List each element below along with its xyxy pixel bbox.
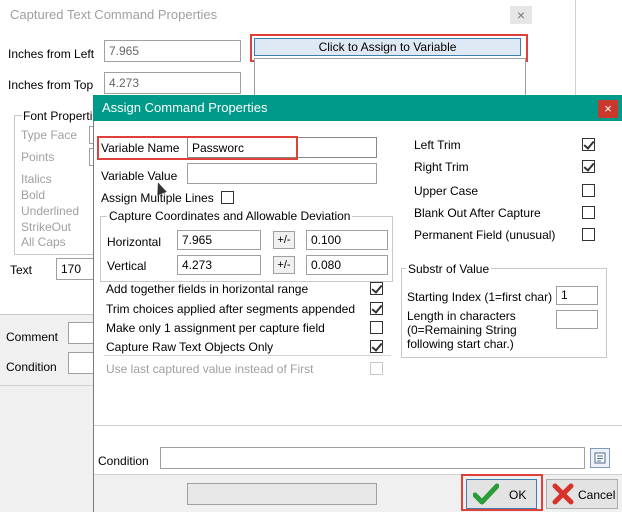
permanent-field-checkbox[interactable]: [582, 228, 595, 241]
trim-choices-checkbox[interactable]: [370, 302, 383, 315]
bg-footer-divider: [0, 385, 95, 386]
bg-comment-input[interactable]: [68, 322, 95, 344]
text-input[interactable]: 170: [56, 258, 96, 280]
use-last-checkbox[interactable]: [370, 362, 383, 375]
points-label: Points: [21, 150, 55, 164]
bg-window-close-button[interactable]: ×: [510, 6, 532, 24]
permanent-field-label: Permanent Field (unusual): [414, 228, 556, 242]
variable-name-highlight: [97, 136, 298, 160]
trim-choices-label: Trim choices applied after segments appe…: [106, 302, 356, 316]
bg-window-title: Captured Text Command Properties: [10, 7, 218, 22]
right-trim-label: Right Trim: [414, 160, 469, 174]
ok-button-highlight: [461, 474, 543, 511]
right-trim-checkbox[interactable]: [582, 160, 595, 173]
dialog-title: Assign Command Properties: [102, 100, 268, 115]
inches-from-left-input[interactable]: 7.965: [104, 40, 241, 62]
all-caps-label: All Caps: [21, 235, 66, 249]
bg-condition-label: Condition: [6, 360, 57, 374]
horizontal-label: Horizontal: [107, 235, 162, 249]
assign-variable-list: [254, 58, 526, 98]
length-label-line-1: Length in characters: [407, 309, 516, 323]
length-input[interactable]: [556, 310, 598, 329]
bg-condition-input[interactable]: [68, 352, 95, 374]
condition-divider: [94, 425, 622, 426]
variable-value-label: Variable Value: [101, 169, 178, 183]
underlined-label: Underlined: [21, 204, 80, 218]
bold-label: Bold: [21, 188, 46, 202]
horizontal-input[interactable]: 7.965: [177, 230, 261, 250]
upper-case-label: Upper Case: [414, 184, 479, 198]
bg-lower-divider: [0, 314, 95, 315]
vertical-input[interactable]: 4.273: [177, 255, 261, 275]
italics-label: Italics: [21, 172, 52, 186]
condition-editor-button[interactable]: [590, 448, 610, 468]
inches-from-left-label: Inches from Left: [8, 47, 95, 61]
capture-raw-label: Capture Raw Text Objects Only: [106, 340, 274, 354]
text-label: Text: [10, 263, 33, 277]
capture-coordinates-title: Capture Coordinates and Allowable Deviat…: [107, 209, 353, 223]
length-label-line-3: following start char.): [407, 337, 514, 351]
starting-index-label: Starting Index (1=first char): [407, 290, 553, 304]
blank-out-label: Blank Out After Capture: [414, 206, 541, 220]
horizontal-deviation-input[interactable]: 0.100: [306, 230, 388, 250]
list-edit-icon: [594, 452, 606, 464]
footer-status-field: [187, 483, 377, 505]
inches-from-top-input[interactable]: 4.273: [104, 72, 241, 94]
left-trim-label: Left Trim: [414, 138, 461, 152]
cancel-x-icon: [552, 483, 574, 505]
blank-out-checkbox[interactable]: [582, 206, 595, 219]
assign-multiple-lines-checkbox[interactable]: [221, 191, 234, 204]
starting-index-input[interactable]: 1: [556, 286, 598, 305]
upper-case-checkbox[interactable]: [582, 184, 595, 197]
add-together-checkbox[interactable]: [370, 282, 383, 295]
left-trim-checkbox[interactable]: [582, 138, 595, 151]
bg-comment-label: Comment: [6, 330, 59, 344]
horizontal-plus-minus-button[interactable]: +/-: [273, 231, 295, 249]
capture-raw-checkbox[interactable]: [370, 340, 383, 353]
type-face-label: Type Face: [21, 128, 78, 142]
vertical-deviation-input[interactable]: 0.080: [306, 255, 388, 275]
font-properties-label: Font Propertie: [22, 109, 101, 123]
variable-value-input[interactable]: [187, 163, 377, 184]
options-divider: [104, 355, 391, 356]
cancel-button[interactable]: Cancel: [546, 479, 618, 509]
strikeout-label: StrikeOut: [21, 220, 72, 234]
inches-from-top-label: Inches from Top: [8, 78, 94, 92]
bg-window-right-border: [575, 0, 576, 95]
add-together-label: Add together fields in horizontal range: [106, 282, 309, 296]
condition-input[interactable]: [160, 447, 585, 469]
use-last-label: Use last captured value instead of First: [106, 362, 314, 376]
make-only-one-label: Make only 1 assignment per capture field: [106, 321, 325, 335]
dialog-close-button[interactable]: ×: [598, 100, 618, 118]
vertical-label: Vertical: [107, 259, 147, 273]
cancel-label: Cancel: [578, 488, 616, 502]
substr-group-title: Substr of Value: [406, 262, 492, 276]
make-only-one-checkbox[interactable]: [370, 321, 383, 334]
condition-label: Condition: [98, 454, 149, 468]
length-label-line-2: (0=Remaining String: [407, 323, 517, 337]
vertical-plus-minus-button[interactable]: +/-: [273, 256, 295, 274]
